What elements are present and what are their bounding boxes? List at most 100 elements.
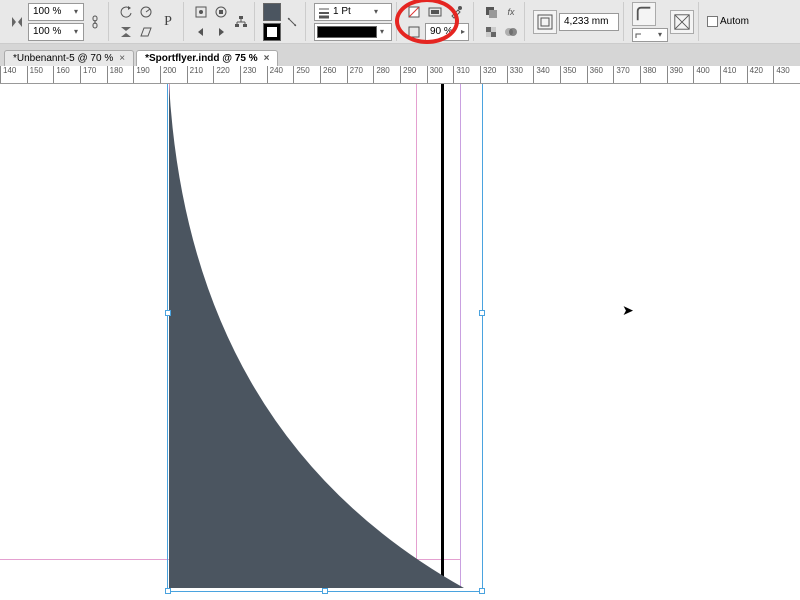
stroke-weight-field[interactable]: ▾ [314,3,392,21]
link-scale-icon[interactable] [86,13,104,31]
select-next-icon[interactable] [212,23,230,41]
tab-label: *Sportflyer.indd @ 75 % [145,53,258,64]
horizontal-ruler[interactable]: 1401501601701801902002102202302402502602… [0,66,800,84]
ruler-tick: 150 [27,66,43,83]
tint-input[interactable] [428,26,460,37]
mouse-cursor: ➤ [622,302,634,319]
checkbox-icon [707,16,718,27]
ruler-tick: 250 [293,66,309,83]
formatting-affects-icon[interactable] [405,23,423,41]
ruler-tick: 180 [107,66,123,83]
eyedropper-icon[interactable] [447,3,465,21]
auto-group: Autom [703,2,753,41]
fx-icon[interactable]: fx [502,3,520,21]
stroke-weight-input[interactable] [331,6,371,17]
selection-bounds [167,84,483,592]
selection-handle[interactable] [479,310,485,316]
dropdown-icon[interactable]: ▾ [71,27,81,36]
scale-y-input[interactable] [31,26,71,37]
autofit-label: Autom [720,16,749,27]
drop-shadow-icon[interactable] [482,3,500,21]
scale-x-field[interactable]: ▾ [28,3,84,21]
tint-group: ▸ [401,2,474,41]
corner-group: ▾ [628,2,699,41]
ruler-tick: 140 [0,66,16,83]
stroke-weight-icon [317,5,331,19]
ruler-tick: 430 [773,66,789,83]
select-prev-icon[interactable] [192,23,210,41]
ruler-tick: 420 [747,66,763,83]
blend-mode-icon[interactable] [502,23,520,41]
ruler-tick: 400 [693,66,709,83]
ruler-tick: 210 [187,66,203,83]
ruler-tick: 240 [267,66,283,83]
wrap-offset-field[interactable] [559,13,619,31]
selection-handle[interactable] [322,588,328,594]
arrange-group [188,2,255,41]
wrap-offset-input[interactable] [562,16,610,27]
ruler-tick: 230 [240,66,256,83]
ruler-tick: 390 [667,66,683,83]
dropdown-icon[interactable]: ▾ [71,7,81,16]
corner-style-field[interactable]: ▾ [632,28,668,42]
stroke-group: ▾ ▾ [310,2,397,41]
swap-fill-stroke-icon[interactable] [283,13,301,31]
rotate-field-icon[interactable] [137,3,155,21]
fill-stroke-group [259,2,306,41]
autofit-checkbox[interactable]: Autom [707,16,749,27]
dropdown-icon[interactable]: ▾ [377,27,387,36]
ruler-tick: 260 [320,66,336,83]
tab-unbenannt-5[interactable]: *Unbenannt-5 @ 70 % × [4,50,134,66]
fill-color-swatch[interactable] [263,3,281,21]
corner-options-icon[interactable] [632,2,656,26]
selection-handle[interactable] [479,588,485,594]
fitting-icon[interactable] [670,10,694,34]
selection-handle[interactable] [165,310,171,316]
character-panel-icon[interactable]: P [157,7,179,37]
apply-none-icon[interactable] [405,3,423,21]
tint-field[interactable]: ▸ [425,23,469,41]
ruler-tick: 290 [400,66,416,83]
wrap-group [529,2,624,41]
ruler-tick: 320 [480,66,496,83]
flip-horizontal-icon[interactable] [8,13,26,31]
select-container-icon[interactable] [192,3,210,21]
ruler-tick: 360 [587,66,603,83]
stroke-style-field[interactable]: ▾ [314,23,392,41]
scale-x-input[interactable] [31,6,71,17]
text-wrap-icon[interactable] [533,10,557,34]
dropdown-icon[interactable]: ▾ [371,7,381,16]
ruler-tick: 190 [133,66,149,83]
close-icon[interactable]: × [264,53,270,64]
select-content-icon[interactable] [212,3,230,21]
screen-mode-icon[interactable] [425,3,445,21]
document-canvas[interactable]: ➤ [0,84,800,600]
scale-y-field[interactable]: ▾ [28,23,84,41]
ruler-tick: 340 [533,66,549,83]
tab-label: *Unbenannt-5 @ 70 % [13,53,113,64]
rotate-ccw-icon[interactable] [117,3,135,21]
stroke-style-preview [317,26,377,38]
ruler-tick: 160 [53,66,69,83]
ruler-tick: 370 [613,66,629,83]
close-icon[interactable]: × [119,53,125,64]
rotate-shear-group: P [113,2,184,41]
shear-icon[interactable] [137,23,155,41]
hierarchy-icon[interactable] [232,13,250,31]
ruler-tick: 220 [213,66,229,83]
ruler-tick: 270 [347,66,363,83]
tab-sportflyer[interactable]: *Sportflyer.indd @ 75 % × [136,50,278,66]
dropdown-icon[interactable]: ▾ [655,30,665,39]
ruler-tick: 380 [640,66,656,83]
document-tabs: *Unbenannt-5 @ 70 % × *Sportflyer.indd @… [0,44,800,66]
control-panel: ▾ ▾ P [0,0,800,44]
ruler-tick: 170 [80,66,96,83]
stepper-icon[interactable]: ▸ [460,27,466,36]
flip-vertical-icon[interactable] [117,23,135,41]
scale-group: ▾ ▾ [4,2,109,41]
ruler-tick: 280 [373,66,389,83]
selection-handle[interactable] [165,588,171,594]
corner-shape-icon [635,31,655,39]
stroke-color-swatch[interactable] [263,23,281,41]
opacity-icon[interactable] [482,23,500,41]
